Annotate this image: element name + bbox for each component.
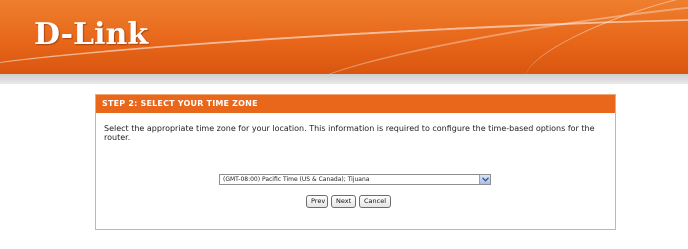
panel-title: STEP 2: SELECT YOUR TIME ZONE — [96, 95, 615, 113]
header-divider — [0, 74, 688, 84]
dlink-logo: D-Link — [34, 17, 149, 52]
next-button[interactable]: Next — [331, 195, 356, 208]
timezone-select-value: (GMT-08:00) Pacific Time (US & Canada); … — [223, 176, 370, 183]
chevron-down-icon[interactable] — [479, 175, 490, 184]
timezone-select[interactable]: (GMT-08:00) Pacific Time (US & Canada); … — [219, 174, 491, 185]
cancel-button[interactable]: Cancel — [359, 195, 391, 208]
prev-button[interactable]: Prev — [306, 195, 328, 208]
timezone-wizard-panel: STEP 2: SELECT YOUR TIME ZONE Select the… — [95, 94, 616, 230]
panel-description: Select the appropriate time zone for you… — [104, 124, 595, 142]
wizard-buttons: Prev Next Cancel — [306, 195, 391, 208]
header-banner: D-Link — [0, 0, 688, 74]
